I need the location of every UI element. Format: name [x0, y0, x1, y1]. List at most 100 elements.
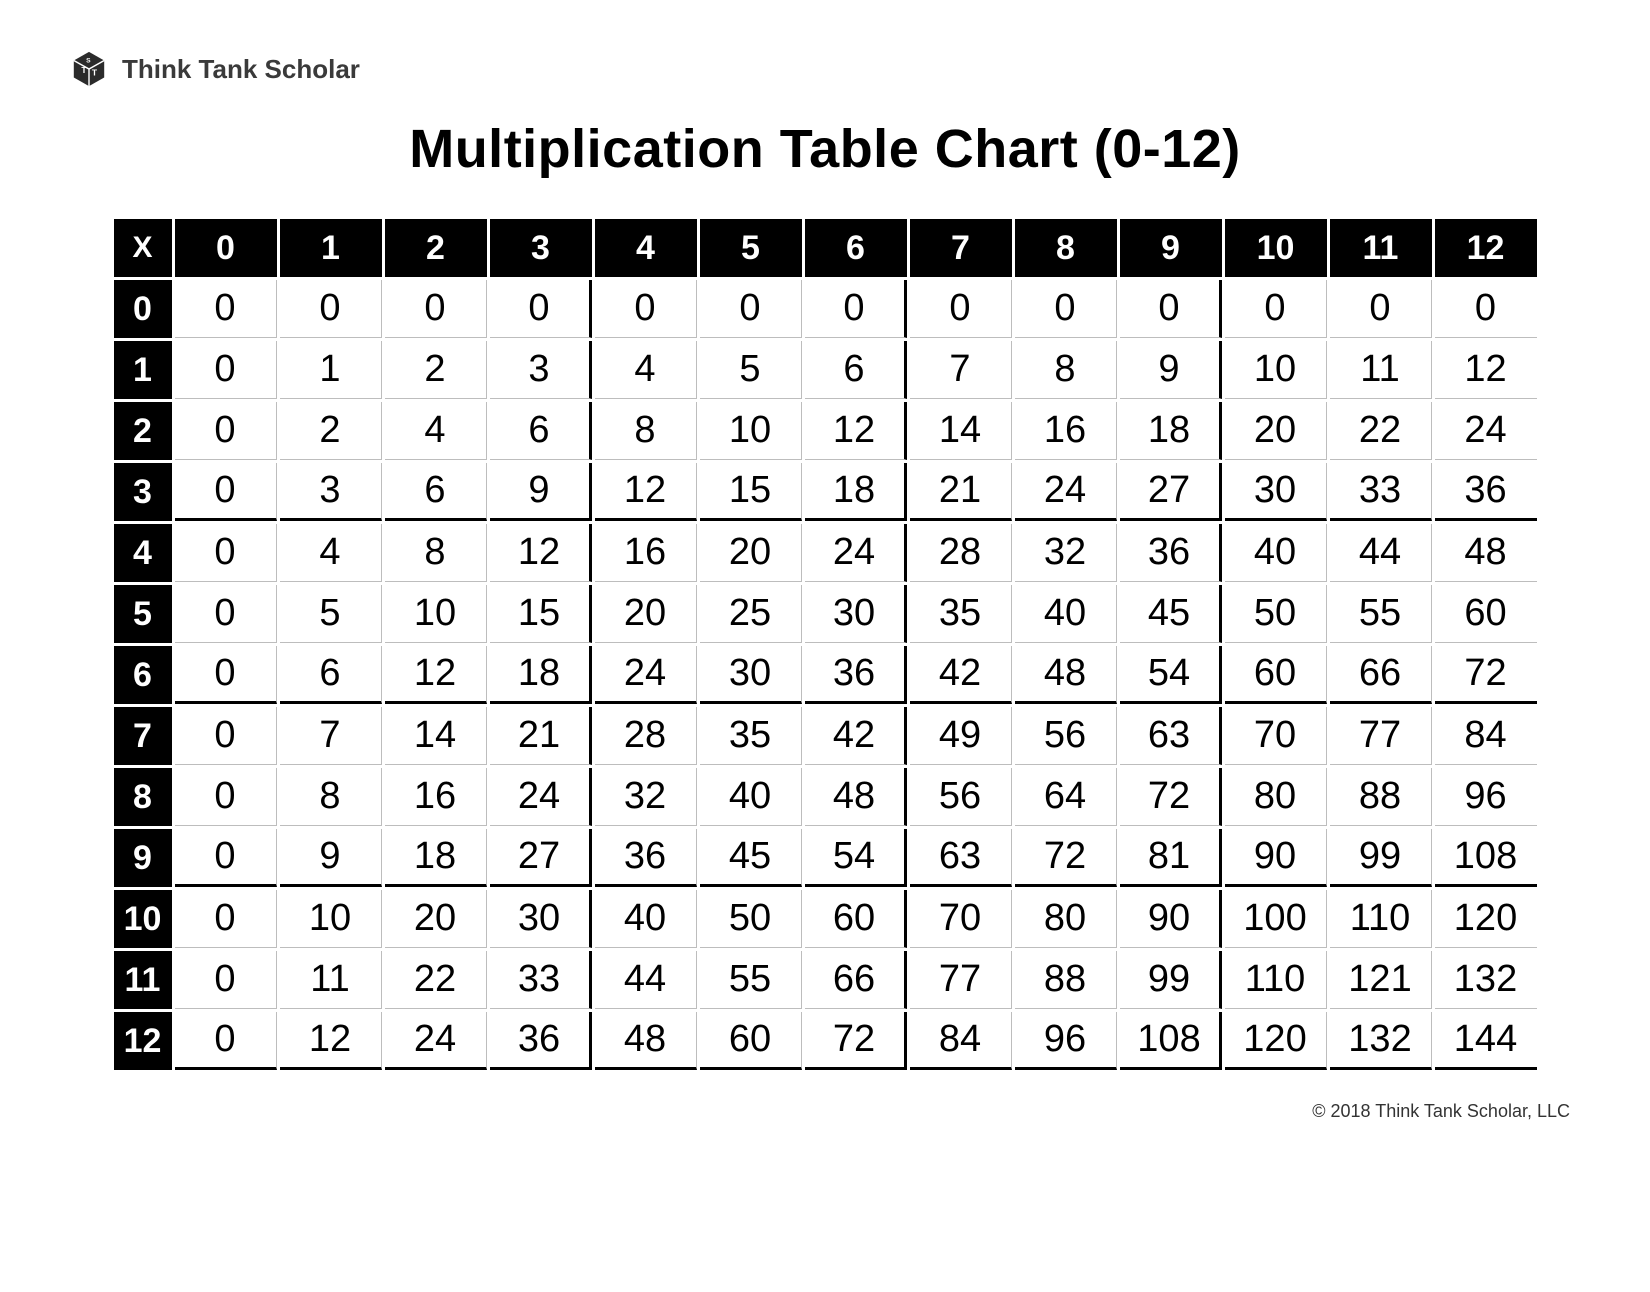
- svg-text:S: S: [86, 57, 91, 64]
- cell: 15: [700, 463, 802, 521]
- cell: 0: [805, 280, 907, 338]
- cell: 44: [595, 951, 697, 1009]
- cell: 30: [805, 585, 907, 643]
- cell: 60: [1225, 646, 1327, 704]
- cell: 24: [1435, 402, 1537, 460]
- cell: 0: [175, 646, 277, 704]
- col-header-12: 12: [1435, 219, 1537, 277]
- cell: 35: [910, 585, 1012, 643]
- col-header-6: 6: [805, 219, 907, 277]
- cell: 18: [385, 829, 487, 887]
- cell: 30: [490, 890, 592, 948]
- col-header-5: 5: [700, 219, 802, 277]
- cell: 35: [700, 707, 802, 765]
- cell: 28: [595, 707, 697, 765]
- cell: 27: [1120, 463, 1222, 521]
- cell: 6: [280, 646, 382, 704]
- cell: 96: [1015, 1012, 1117, 1070]
- cell: 108: [1435, 829, 1537, 887]
- cell: 88: [1330, 768, 1432, 826]
- cell: 24: [805, 524, 907, 582]
- cell: 9: [1120, 341, 1222, 399]
- cell: 6: [385, 463, 487, 521]
- cell: 50: [1225, 585, 1327, 643]
- cell: 0: [175, 1012, 277, 1070]
- cell: 55: [700, 951, 802, 1009]
- cell: 1: [280, 341, 382, 399]
- table-row: 10123456789101112: [114, 341, 1537, 399]
- cell: 24: [385, 1012, 487, 1070]
- cell: 63: [1120, 707, 1222, 765]
- cell: 12: [805, 402, 907, 460]
- table-header-row: X 0123456789101112: [114, 219, 1537, 277]
- cell: 0: [175, 341, 277, 399]
- cell: 72: [1120, 768, 1222, 826]
- cell: 32: [595, 768, 697, 826]
- cell: 15: [490, 585, 592, 643]
- cell: 20: [595, 585, 697, 643]
- cell: 24: [490, 768, 592, 826]
- cell: 9: [490, 463, 592, 521]
- cell: 121: [1330, 951, 1432, 1009]
- cell: 18: [805, 463, 907, 521]
- cell: 0: [175, 585, 277, 643]
- cell: 60: [805, 890, 907, 948]
- cell: 6: [490, 402, 592, 460]
- cell: 20: [385, 890, 487, 948]
- cell: 64: [1015, 768, 1117, 826]
- col-header-9: 9: [1120, 219, 1222, 277]
- corner-cell: X: [114, 219, 172, 277]
- cell: 49: [910, 707, 1012, 765]
- cell: 0: [175, 951, 277, 1009]
- cell: 16: [385, 768, 487, 826]
- cell: 8: [595, 402, 697, 460]
- cell: 110: [1225, 951, 1327, 1009]
- table-row: 90918273645546372819099108: [114, 829, 1537, 887]
- cell: 2: [385, 341, 487, 399]
- cell: 8: [385, 524, 487, 582]
- cell: 88: [1015, 951, 1117, 1009]
- cell: 45: [700, 829, 802, 887]
- cell: 10: [1225, 341, 1327, 399]
- cell: 40: [1225, 524, 1327, 582]
- table-row: 2024681012141618202224: [114, 402, 1537, 460]
- cell: 0: [175, 890, 277, 948]
- cell: 36: [805, 646, 907, 704]
- cell: 0: [1330, 280, 1432, 338]
- cell: 42: [910, 646, 1012, 704]
- cell: 0: [385, 280, 487, 338]
- table-row: 100102030405060708090100110120: [114, 890, 1537, 948]
- cell: 18: [490, 646, 592, 704]
- cell: 25: [700, 585, 802, 643]
- cell: 5: [700, 341, 802, 399]
- cell: 14: [385, 707, 487, 765]
- cell: 30: [700, 646, 802, 704]
- table-row: 7071421283542495663707784: [114, 707, 1537, 765]
- cell: 80: [1225, 768, 1327, 826]
- cell: 108: [1120, 1012, 1222, 1070]
- cell: 12: [385, 646, 487, 704]
- table-row: 1201224364860728496108120132144: [114, 1012, 1537, 1070]
- cell: 48: [1015, 646, 1117, 704]
- table-row: 404812162024283236404448: [114, 524, 1537, 582]
- cell: 0: [1015, 280, 1117, 338]
- cell: 33: [490, 951, 592, 1009]
- cell: 18: [1120, 402, 1222, 460]
- cell: 0: [910, 280, 1012, 338]
- cell: 70: [910, 890, 1012, 948]
- cell: 80: [1015, 890, 1117, 948]
- cell: 72: [805, 1012, 907, 1070]
- cell: 55: [1330, 585, 1432, 643]
- page-title: Multiplication Table Chart (0-12): [70, 118, 1580, 180]
- row-header-0: 0: [114, 280, 172, 338]
- cell: 0: [280, 280, 382, 338]
- cell: 77: [1330, 707, 1432, 765]
- cell: 12: [595, 463, 697, 521]
- cell: 9: [280, 829, 382, 887]
- cell: 40: [1015, 585, 1117, 643]
- cell: 36: [1435, 463, 1537, 521]
- cell: 56: [1015, 707, 1117, 765]
- cell: 0: [175, 463, 277, 521]
- cell: 21: [490, 707, 592, 765]
- cell: 40: [700, 768, 802, 826]
